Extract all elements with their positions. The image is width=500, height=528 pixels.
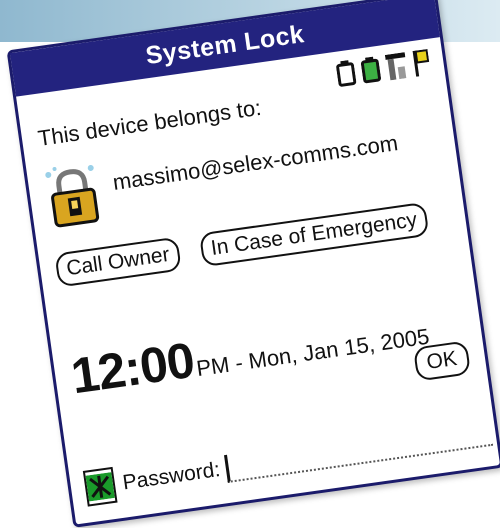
owner-label: This device belongs to:: [36, 94, 263, 151]
check-icon[interactable]: [82, 466, 118, 507]
clock-date: PM - Mon, Jan 15, 2005: [194, 323, 431, 382]
system-lock-dialog: System Lock This device belongs to: mass…: [6, 0, 500, 528]
clock-time: 12:00: [67, 331, 198, 405]
password-row: Password:: [82, 413, 494, 508]
status-icons: [335, 48, 431, 88]
battery-icon: [335, 59, 357, 87]
emergency-button[interactable]: In Case of Emergency: [198, 201, 430, 268]
ok-button[interactable]: OK: [412, 340, 472, 382]
call-owner-button[interactable]: Call Owner: [54, 236, 182, 288]
owner-email: massimo@selex-comms.com: [111, 130, 400, 195]
password-label: Password:: [121, 458, 222, 495]
password-input[interactable]: [224, 417, 494, 483]
clock: 12:00 PM - Mon, Jan 15, 2005: [68, 298, 432, 405]
signal-icon: [384, 52, 408, 81]
lock-icon: [42, 160, 105, 234]
window-title: System Lock: [143, 19, 306, 70]
battery-charged-icon: [360, 56, 382, 84]
flag-icon: [412, 48, 431, 77]
